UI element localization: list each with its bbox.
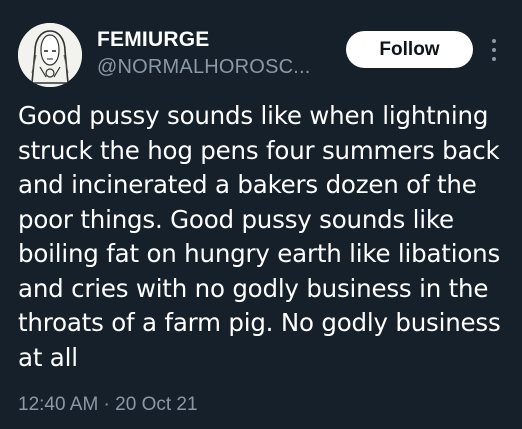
tweet-text: Good pussy sounds like when lightning st… xyxy=(18,101,501,372)
follow-button[interactable]: Follow xyxy=(346,31,473,68)
author-handle[interactable]: @NORMALHOROSC... xyxy=(97,56,311,79)
more-dot xyxy=(492,57,496,61)
tweet-timestamp[interactable]: 12:40 AM · 20 Oct 21 xyxy=(18,394,198,416)
more-dot xyxy=(492,48,496,52)
tweet-card: FEMIURGE @NORMALHOROSC... Follow Good pu… xyxy=(0,0,522,429)
avatar-image xyxy=(18,23,82,87)
more-vertical-icon[interactable] xyxy=(489,39,499,61)
avatar[interactable] xyxy=(18,23,82,87)
author-display-name[interactable]: FEMIURGE xyxy=(97,28,209,52)
more-dot xyxy=(492,39,496,43)
